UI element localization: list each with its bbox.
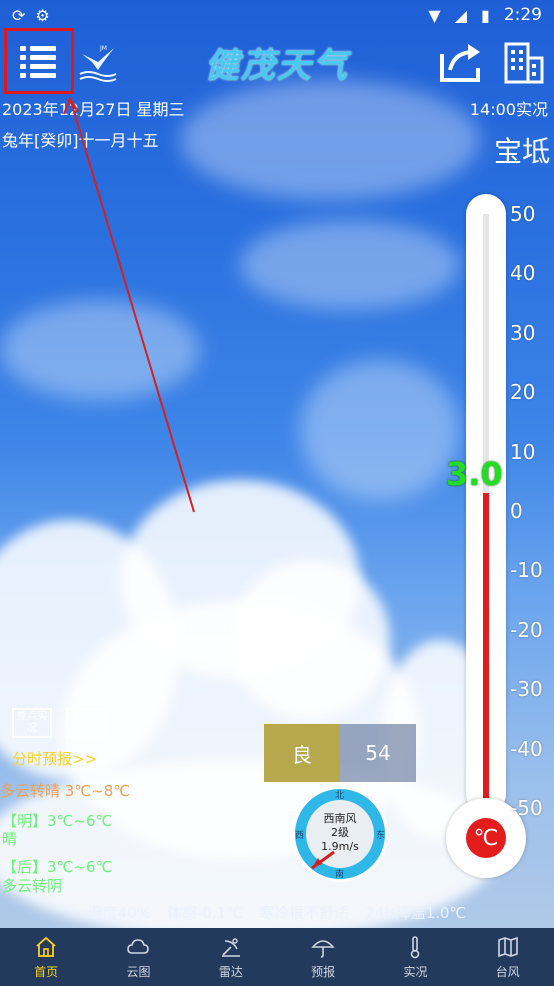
wind-level: 2级 [331,826,349,839]
nav-home[interactable]: 首页 [0,928,92,986]
wind-direction: 西南风 [323,812,357,825]
temp-change-24h: 24H降温1.0℃ [365,904,467,922]
thermometer-icon [411,935,420,958]
bottom-nav: 首页 云图 雷达 预报 实况 台风 [0,928,554,986]
scale-tick-label: -10 [510,558,543,583]
city-select-button[interactable] [500,40,546,84]
scale-tick-label: 50 [510,202,536,226]
day-after-forecast-temp: 【后】3℃~6℃ [2,858,113,876]
sync-icon: ⟳ [12,5,26,25]
aqi-level: 良 [264,724,340,782]
scale-tick-label: 10 [510,439,536,464]
nav-observation[interactable]: 实况 [369,928,461,986]
city-name: 宝坻 [493,135,550,168]
map-icon [497,936,518,957]
current-temperature: 3.0 [446,455,503,494]
compass-east: 东 [375,831,385,841]
scale-tick-label: 30 [510,320,536,345]
nav-forecast-label: 预报 [311,964,336,979]
cloud-icon [127,938,150,954]
thermometer: ℃ 50 40 30 20 10 0 -10 -20 -30 -40 -50 3.0 [446,194,543,888]
hourly-observation-button[interactable]: 整点实况 [12,708,52,738]
scale-tick-label: -40 [510,736,543,761]
comfort-index: 寒冷很不舒适 [259,904,350,922]
settings-icon: ⚙ [35,5,50,25]
tomorrow-forecast-weather: 晴 [2,830,18,848]
nav-cloud-map-label: 云图 [126,964,151,979]
wind-compass: 北 南 东 西 西南风 2级 1.9m/s [292,786,388,882]
today-forecast: 多云转晴 3℃~8℃ [0,782,131,800]
share-button[interactable] [438,40,486,84]
nav-radar-label: 雷达 [218,964,243,979]
quick-links: 整点实况 天气地图 [12,708,106,738]
scale-tick-label: -30 [510,677,543,702]
nav-radar[interactable]: 雷达 [185,928,277,986]
aqi-value: 54 [340,724,416,782]
feels-like: 体感-0.1℃ [167,904,244,922]
scale-tick-label: -50 [510,796,543,820]
radar-icon [221,937,240,957]
tomorrow-forecast-temp: 【明】3℃~6℃ [2,812,113,830]
lunar-date-label: 兔年[癸卯]十一月十五 [2,131,159,150]
share-icon [440,44,480,82]
date-label: 2023年12月27日 星期三 [2,100,185,119]
hourly-forecast-link[interactable]: 分时预报>> [12,748,97,769]
home-icon [36,936,56,957]
observation-time: 14:00实况 [469,100,548,119]
nav-observation-label: 实况 [403,964,428,979]
mercury-column [483,493,489,824]
scale-tick-label: 20 [510,380,536,405]
humidity: 湿度40% [87,904,152,922]
nav-forecast[interactable]: 预报 [277,928,369,986]
weather-map-button[interactable]: 天气地图 [66,708,106,738]
air-quality-panel[interactable]: 良 54 [264,724,416,782]
nav-typhoon-label: 台风 [495,964,520,979]
nav-typhoon[interactable]: 台风 [462,928,554,986]
compass-west: 西 [295,831,305,841]
scale-tick-label: -20 [510,617,543,642]
status-time: 2:29 [503,5,542,25]
weather-metrics: 湿度40% 体感-0.1℃ 寒冷很不舒适 24H降温1.0℃ [0,902,554,923]
wind-arrow-icon [311,850,335,870]
umbrella-icon [311,939,335,958]
signal-icon: ◢ [454,5,467,25]
wifi-icon: ▼ [428,5,441,25]
building-icon [504,42,544,84]
scale-tick-label: 0 [510,499,523,523]
nav-cloud-map[interactable]: 云图 [92,928,184,986]
day-after-forecast-weather: 多云转阴 [2,877,63,895]
nav-home-label: 首页 [34,964,59,979]
status-bar: ⟳ ⚙ ▼ ◢ ▮ 2:29 [0,0,554,30]
scale-tick-label: 40 [510,261,536,286]
battery-icon: ▮ [481,5,490,25]
celsius-unit: ℃ [466,818,506,858]
